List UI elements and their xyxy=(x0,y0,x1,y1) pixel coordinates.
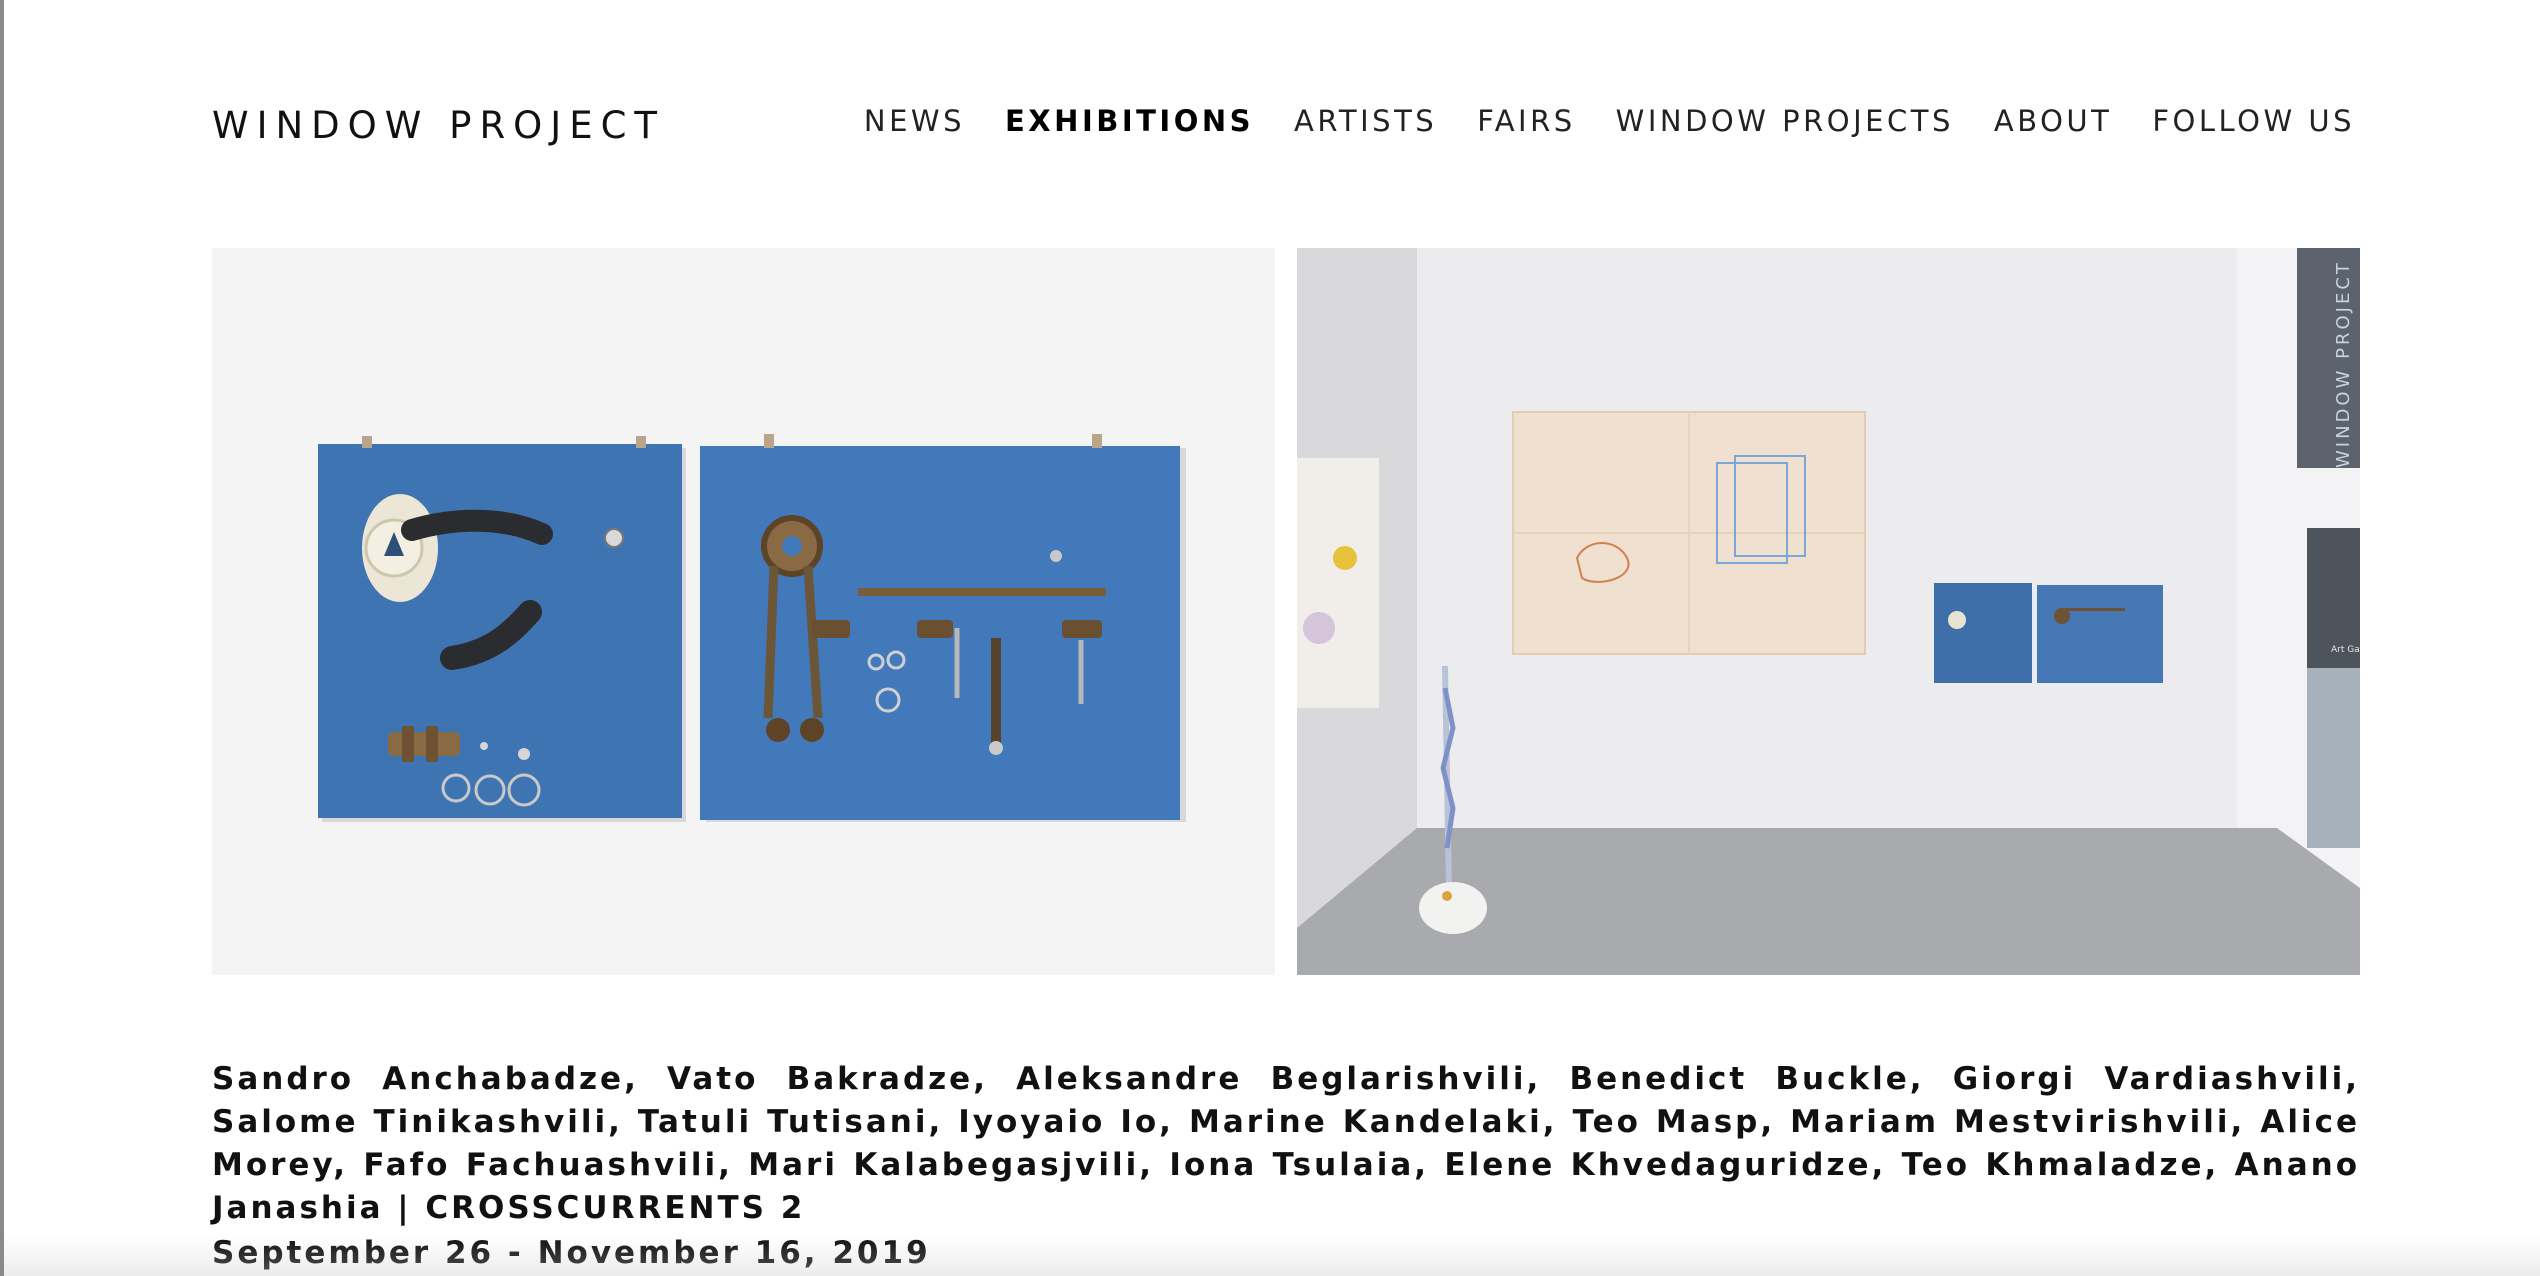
nav-item-exhibitions[interactable]: EXHIBITIONS xyxy=(1005,104,1254,138)
exhibition-artist-list: Sandro Anchabadze, Vato Bakradze, Aleksa… xyxy=(212,1058,2360,1230)
main-nav: NEWS EXHIBITIONS ARTISTS FAIRS WINDOW PR… xyxy=(864,104,2355,138)
nav-item-follow-us[interactable]: FOLLOW US xyxy=(2152,104,2355,138)
panels-artwork-image xyxy=(212,248,1275,975)
nav-item-about[interactable]: ABOUT xyxy=(1994,104,2113,138)
exhibition-title: CROSSCURRENTS 2 xyxy=(425,1190,806,1226)
exhibition-image-installation[interactable]: WINDOW PROJECT Art Gallery xyxy=(1297,248,2360,975)
site-logo[interactable]: WINDOW PROJECT xyxy=(212,104,665,147)
nav-item-news[interactable]: NEWS xyxy=(864,104,965,138)
nav-item-fairs[interactable]: FAIRS xyxy=(1477,104,1575,138)
exhibition-dates: September 26 - November 16, 2019 xyxy=(212,1235,931,1271)
nav-item-window-projects[interactable]: WINDOW PROJECTS xyxy=(1616,104,1954,138)
installation-view-image: WINDOW PROJECT Art Gallery xyxy=(1297,248,2360,975)
page-frame: WINDOW PROJECT NEWS EXHIBITIONS ARTISTS … xyxy=(0,0,2540,1276)
window-lettering: WINDOW PROJECT xyxy=(2333,260,2354,468)
window-small-lettering: Art Gallery xyxy=(2331,645,2360,655)
exhibition-image-panels[interactable] xyxy=(212,248,1275,975)
nav-item-artists[interactable]: ARTISTS xyxy=(1294,104,1437,138)
